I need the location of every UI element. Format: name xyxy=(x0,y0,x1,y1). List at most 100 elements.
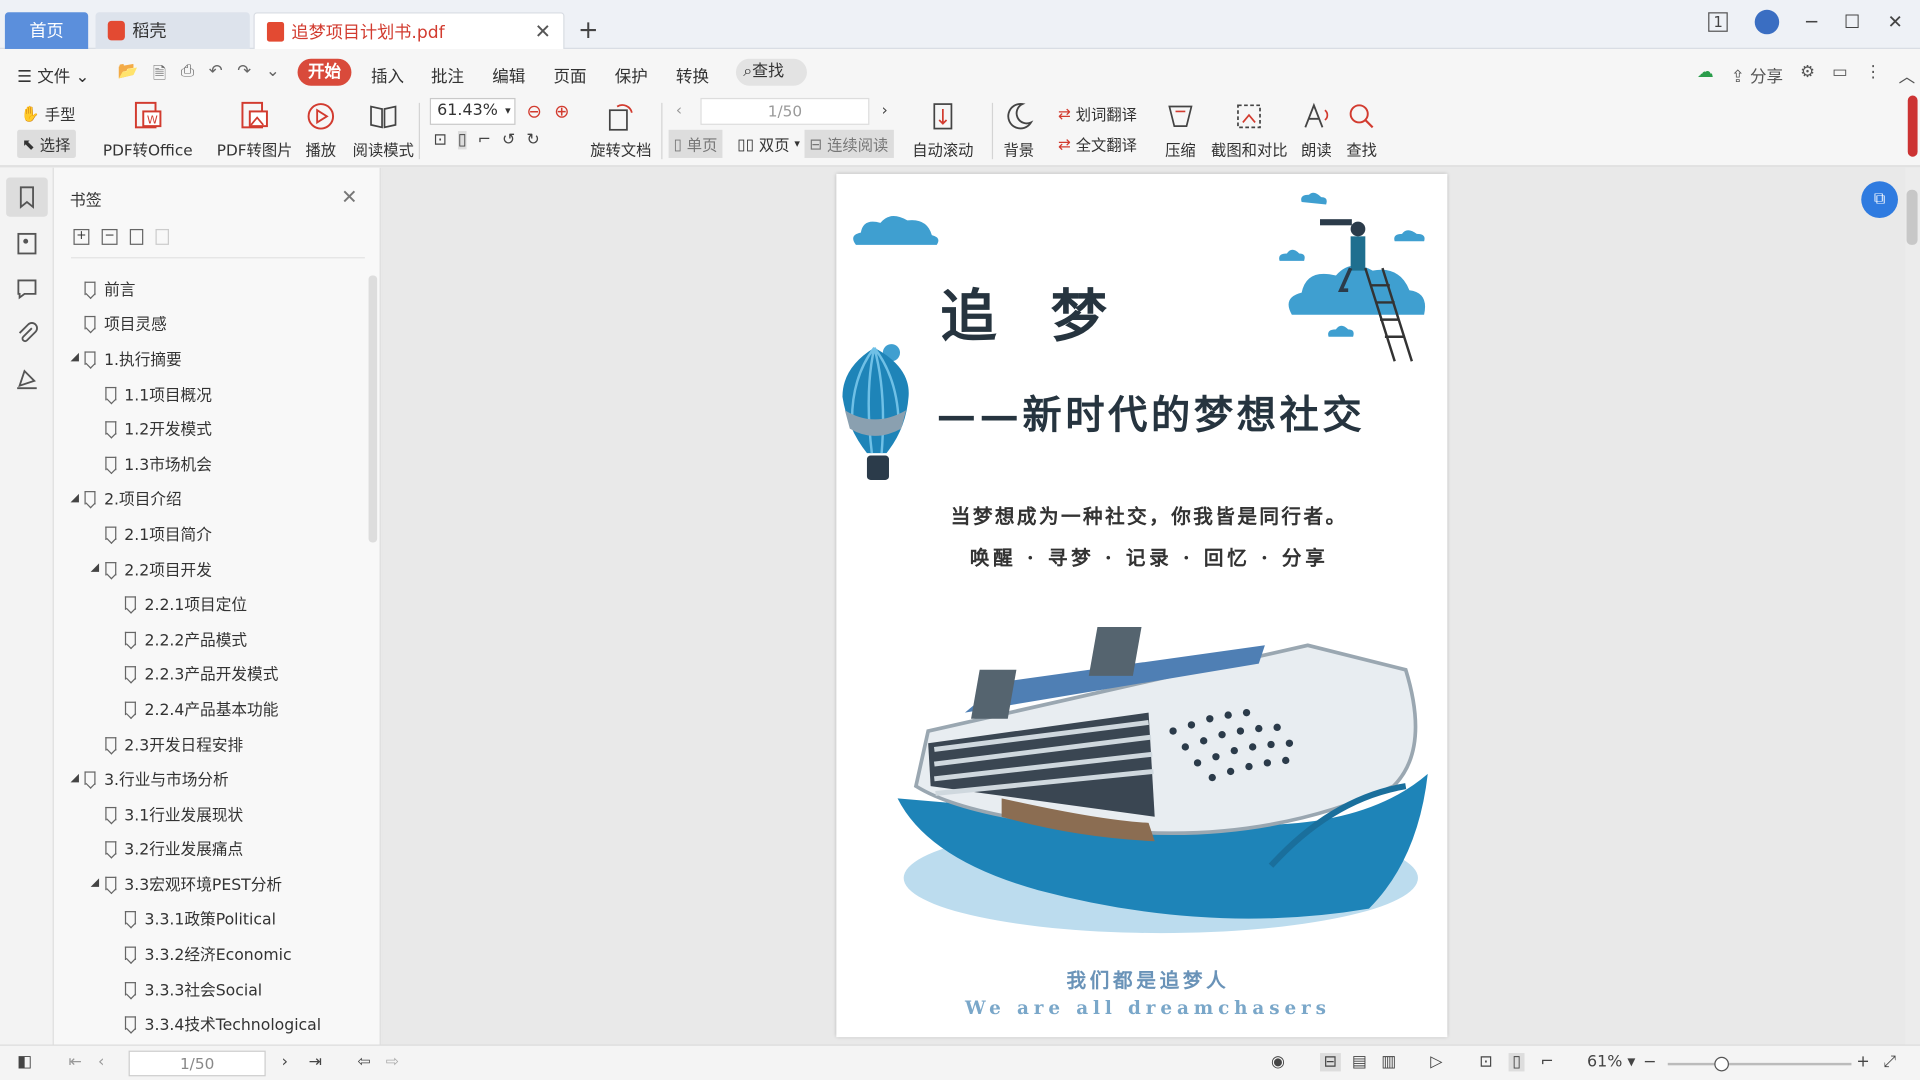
sidebar-scrollbar[interactable] xyxy=(368,275,378,543)
more-icon[interactable]: ⌄ xyxy=(266,61,280,89)
hand-tool[interactable]: ✋ 手型 xyxy=(21,102,76,125)
tab-edit[interactable]: 编辑 xyxy=(492,62,525,87)
bookmark-item[interactable]: 2.2.3产品开发模式 xyxy=(54,656,366,691)
feedback-icon[interactable]: ▭ xyxy=(1832,62,1848,86)
expand-all-icon[interactable]: + xyxy=(73,228,90,245)
tab-annotate[interactable]: 批注 xyxy=(431,62,464,87)
undo-icon[interactable]: ↶ xyxy=(209,61,223,89)
close-tab-icon[interactable]: ✕ xyxy=(535,20,551,43)
share-button[interactable]: ⇪ 分享 xyxy=(1731,62,1783,87)
rotate-document-button[interactable]: 旋转文档 xyxy=(590,100,651,160)
tab-document[interactable]: 追梦项目计划书.pdf ✕ xyxy=(253,12,565,49)
full-translate-button[interactable]: ⇄ 全文翻译 xyxy=(1058,132,1137,155)
bookmark-item[interactable]: ◢ 1.执行摘要 xyxy=(54,341,366,376)
single-view-icon[interactable]: ▤ xyxy=(1352,1053,1367,1071)
bookmark-item[interactable]: ◢ 2.2项目开发 xyxy=(54,551,366,586)
bookmark-item[interactable]: ◢ 3.3宏观环境PEST分析 xyxy=(54,866,366,901)
bookmark-item[interactable]: 项目灵感 xyxy=(54,306,366,341)
rotate-left-icon[interactable]: ↺ xyxy=(502,131,515,149)
bookmark-item[interactable]: 1.3市场机会 xyxy=(54,446,366,481)
screenshot-compare-button[interactable]: 截图和对比 xyxy=(1211,100,1288,160)
expand-arrow-icon[interactable]: ◢ xyxy=(69,352,81,364)
expand-arrow-icon[interactable]: ◢ xyxy=(89,562,101,574)
cloud-sync-icon[interactable]: ☁ xyxy=(1697,62,1714,86)
single-page-button[interactable]: ▯ 单页 xyxy=(668,129,723,158)
more-options-icon[interactable]: ⋮ xyxy=(1865,62,1882,86)
page-number-input[interactable]: 1/50 xyxy=(700,97,870,125)
first-page-icon[interactable]: ⇤ xyxy=(69,1053,82,1071)
zoom-percentage[interactable]: 61% ▾ xyxy=(1587,1053,1635,1071)
close-sidebar-icon[interactable]: ✕ xyxy=(341,185,357,208)
comment-panel-icon[interactable] xyxy=(15,277,39,301)
word-translate-button[interactable]: ⇄ 划词翻译 xyxy=(1058,102,1137,125)
file-menu[interactable]: ☰ 文件 ⌄ xyxy=(17,62,89,87)
bookmark-item[interactable]: 1.1项目概况 xyxy=(54,376,366,411)
avatar[interactable] xyxy=(1754,9,1780,35)
bookmark-item[interactable]: 3.3.4技术Technological xyxy=(54,1006,366,1041)
zoom-out-icon[interactable]: − xyxy=(1643,1053,1656,1071)
toggle-sidebar-icon[interactable]: ◧ xyxy=(17,1053,32,1071)
floating-translate-button[interactable]: ⧉ xyxy=(1861,181,1898,218)
play-button[interactable]: 播放 xyxy=(305,100,337,160)
bookmark-item[interactable]: 2.2.1项目定位 xyxy=(54,586,366,621)
background-button[interactable]: 背景 xyxy=(1003,100,1035,160)
forward-icon[interactable]: ⇨ xyxy=(386,1053,399,1071)
page-count-icon[interactable]: 1 xyxy=(1708,12,1728,32)
bookmark-item[interactable]: 1.2开发模式 xyxy=(54,411,366,446)
zoom-select[interactable]: 61.43% ▾ xyxy=(429,97,516,125)
print-icon[interactable]: ⎙ xyxy=(181,61,194,89)
prev-page-icon[interactable]: ‹ xyxy=(676,100,682,118)
bookmark-item[interactable]: 3.3.3社会Social xyxy=(54,971,366,1006)
pdf-to-image-button[interactable]: PDF转图片 xyxy=(217,100,292,160)
tab-protect[interactable]: 保护 xyxy=(615,62,648,87)
double-page-button[interactable]: ▯▯ 双页 ▾ xyxy=(735,130,803,158)
redo-icon[interactable]: ↷ xyxy=(237,61,251,89)
document-scrollbar[interactable] xyxy=(1905,167,1920,1045)
scrollbar-thumb[interactable] xyxy=(1906,189,1918,245)
read-aloud-button[interactable]: 朗读 xyxy=(1300,100,1332,160)
play-icon[interactable]: ▷ xyxy=(1430,1053,1442,1071)
bookmark-item[interactable]: 2.2.2产品模式 xyxy=(54,621,366,656)
zoom-slider[interactable] xyxy=(1667,1056,1852,1072)
find-button[interactable]: 查找 xyxy=(1346,100,1378,160)
tab-daoke[interactable]: 稻壳 xyxy=(95,12,250,49)
fullscreen-icon[interactable]: ⤢ xyxy=(1883,1053,1896,1071)
bookmark-item[interactable]: 2.3开发日程安排 xyxy=(54,726,366,761)
bookmark-item[interactable]: ◢ 2.项目介绍 xyxy=(54,481,366,516)
delete-bookmark-icon[interactable] xyxy=(155,228,169,245)
zoom-slider-thumb[interactable] xyxy=(1714,1056,1729,1072)
save-icon[interactable]: 🗎 xyxy=(153,61,166,89)
prev-page-icon[interactable]: ‹ xyxy=(98,1053,104,1071)
tab-insert[interactable]: 插入 xyxy=(371,62,404,87)
tab-convert[interactable]: 转换 xyxy=(676,62,709,87)
attachment-panel-icon[interactable] xyxy=(15,321,39,345)
pdf-to-office-button[interactable]: W PDF转Office xyxy=(103,100,193,160)
collapse-all-icon[interactable]: − xyxy=(101,228,118,245)
next-page-icon[interactable]: › xyxy=(882,100,888,118)
status-page-input[interactable]: 1/50 xyxy=(128,1050,266,1077)
search-button[interactable]: ⌕查找 xyxy=(735,58,807,86)
double-view-icon[interactable]: ▥ xyxy=(1381,1053,1396,1071)
close-window-icon[interactable]: ✕ xyxy=(1887,11,1902,33)
bookmark-item[interactable]: 3.3.2经济Economic xyxy=(54,936,366,971)
compress-button[interactable]: 压缩 xyxy=(1164,100,1196,160)
settings-icon[interactable]: ⚙ xyxy=(1800,62,1815,86)
fit-page-icon[interactable]: ▯ xyxy=(1508,1053,1525,1072)
actual-size-icon[interactable]: ⊡ xyxy=(1479,1053,1492,1071)
tab-start[interactable]: 开始 xyxy=(297,58,352,86)
bookmark-item[interactable]: 2.1项目简介 xyxy=(54,516,366,551)
bookmark-item[interactable]: 3.1行业发展现状 xyxy=(54,796,366,831)
last-page-icon[interactable]: ⇥ xyxy=(309,1053,322,1071)
thumbnail-panel-icon[interactable] xyxy=(15,231,39,255)
add-bookmark-icon[interactable] xyxy=(129,228,144,245)
bookmark-item[interactable]: 前言 xyxy=(54,271,366,306)
bookmark-item[interactable]: 3.3.1政策Political xyxy=(54,901,366,936)
fit-width-icon[interactable]: ⌐ xyxy=(478,131,491,149)
bookmark-item[interactable]: ◢ 3.行业与市场分析 xyxy=(54,761,366,796)
select-tool[interactable]: ⬉ 选择 xyxy=(17,129,76,158)
zoom-in-icon[interactable]: + xyxy=(1856,1053,1869,1071)
bookmark-item[interactable]: 3.2行业发展痛点 xyxy=(54,831,366,866)
new-tab-icon[interactable]: + xyxy=(578,15,599,44)
rotate-right-icon[interactable]: ↻ xyxy=(526,131,539,149)
zoom-in-icon[interactable]: ⊕ xyxy=(554,100,569,122)
